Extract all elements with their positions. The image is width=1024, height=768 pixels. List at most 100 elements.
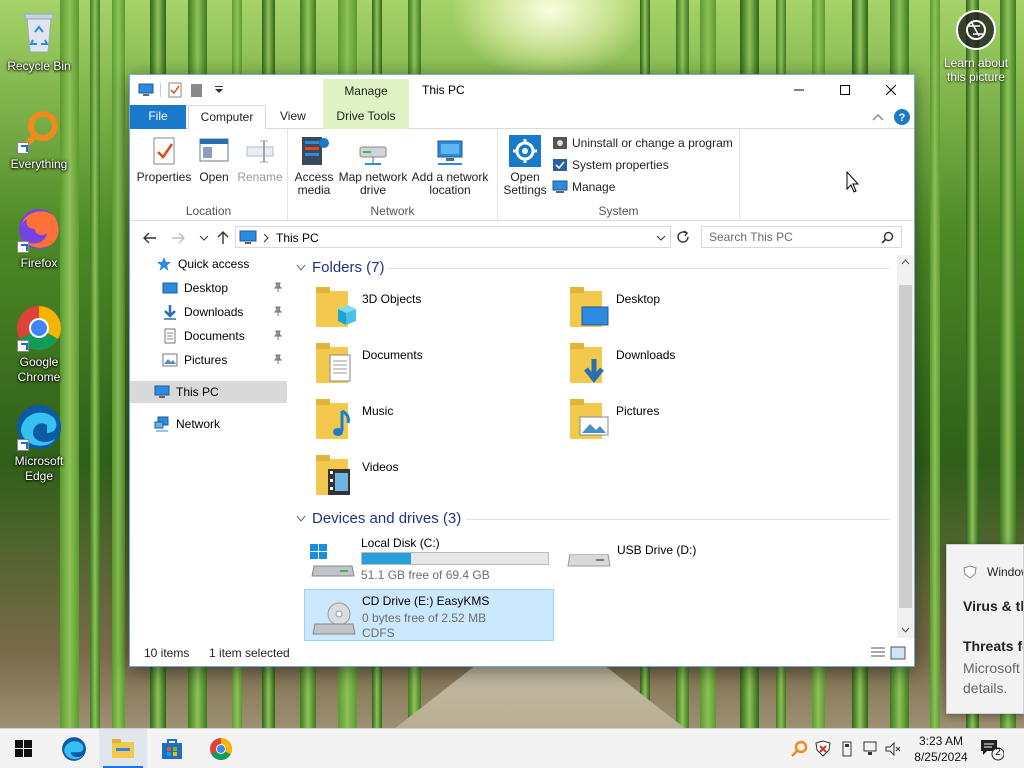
desktop-icon-edge[interactable]: Microsoft Edge (1, 403, 77, 484)
ribbon-group-location: Properties Open Rename Location (130, 129, 288, 221)
nav-item-network[interactable]: Network (130, 413, 287, 435)
up-button[interactable] (215, 230, 231, 246)
folder-pictures[interactable]: Pictures (544, 392, 794, 446)
up-arrow-icon (217, 231, 229, 244)
nav-item-pictures[interactable]: Pictures (130, 349, 287, 371)
nav-item-documents[interactable]: Documents (130, 325, 287, 347)
nav-item-this-pc[interactable]: This PC (130, 381, 287, 403)
rename-button[interactable]: Rename (234, 135, 286, 184)
usb-tray-icon[interactable] (838, 740, 856, 758)
customize-qat-icon[interactable] (211, 82, 227, 98)
qat-divider (160, 83, 161, 97)
pin-icon[interactable] (273, 330, 283, 340)
tab-view[interactable]: View (270, 105, 316, 129)
map-network-drive-button[interactable]: Map network drive (338, 135, 408, 197)
location-group-label: Location (185, 204, 232, 218)
scroll-down-icon[interactable] (901, 627, 910, 633)
folder-documents[interactable]: Documents (290, 336, 540, 390)
taskbar-chrome[interactable] (197, 729, 245, 768)
minimize-button[interactable] (776, 75, 822, 105)
drive-free-space: 51.1 GB free of 69.4 GB (361, 568, 490, 582)
volume-muted-icon[interactable] (884, 740, 902, 758)
address-dropdown-icon[interactable] (656, 233, 666, 243)
back-button[interactable] (142, 230, 158, 246)
maximize-button[interactable] (822, 75, 868, 105)
recent-locations-button[interactable] (196, 230, 212, 246)
desktop-icon-everything[interactable]: Everything (1, 106, 77, 172)
taskbar-file-explorer[interactable] (99, 729, 147, 768)
content-scrollbar[interactable] (897, 255, 914, 638)
add-network-location-button[interactable]: Add a network location (410, 135, 490, 197)
everything-tray-icon[interactable] (790, 740, 808, 758)
notification-count: 2 (995, 747, 1001, 758)
folder-downloads[interactable]: Downloads (544, 336, 794, 390)
learn-label: Learn about this picture (943, 56, 1009, 84)
shortcut-arrow-icon (17, 241, 29, 253)
drive-cd-e[interactable]: CD Drive (E:) EasyKMS 0 bytes free of 2.… (304, 589, 554, 641)
drives-section-header[interactable]: Devices and drives (3) (296, 510, 461, 527)
defender-tray-icon[interactable] (814, 740, 832, 758)
shortcut-arrow-icon (17, 142, 29, 154)
open-settings-button[interactable]: Open Settings (502, 135, 548, 197)
manage-tab-label[interactable]: Manage (323, 84, 409, 98)
notification-center-button[interactable]: 2 (978, 737, 1005, 761)
collapse-ribbon-icon[interactable] (872, 112, 884, 122)
start-button[interactable] (0, 729, 48, 768)
folder-3d-objects[interactable]: 3D Objects (290, 280, 540, 334)
drive-local-disk-c[interactable]: Local Disk (C:) 51.1 GB free of 69.4 GB (304, 532, 554, 584)
scroll-up-icon[interactable] (901, 259, 910, 265)
desktop-icon-firefox[interactable]: Firefox (1, 205, 77, 271)
open-button[interactable]: Open (194, 135, 234, 184)
close-button[interactable] (868, 75, 914, 105)
file-explorer-window[interactable]: Manage This PC File Computer View Drive … (129, 74, 915, 667)
toast-body: Microsoft details. (963, 658, 1020, 698)
desktop-icon-label: Recycle Bin (7, 59, 71, 73)
desktop-icon-chrome[interactable]: Google Chrome (1, 304, 77, 385)
tab-file[interactable]: File (130, 105, 186, 129)
uninstall-program-button[interactable]: Uninstall or change a program (552, 135, 733, 151)
pin-icon[interactable] (273, 306, 283, 316)
properties-icon (148, 135, 180, 167)
details-view-icon[interactable] (870, 646, 886, 660)
forward-button[interactable] (170, 230, 186, 246)
search-icon[interactable] (881, 231, 894, 244)
map-network-drive-label: Map network drive (338, 170, 408, 197)
folder-desktop[interactable]: Desktop (544, 280, 794, 334)
properties-button[interactable]: Properties (136, 135, 192, 184)
taskbar-store[interactable] (148, 729, 196, 768)
everything-icon (15, 106, 63, 154)
drive-usb-d[interactable]: USB Drive (D:) (560, 532, 810, 584)
folder-videos[interactable]: Videos (290, 448, 540, 502)
address-input[interactable]: This PC (235, 226, 671, 248)
large-icons-view-icon[interactable] (890, 646, 906, 660)
ribbon-group-system: Open Settings Uninstall or change a prog… (498, 129, 740, 221)
nav-item-downloads[interactable]: Downloads (130, 301, 287, 323)
title-bar[interactable]: Manage This PC (130, 75, 914, 105)
scrollbar-thumb[interactable] (899, 285, 912, 608)
access-media-button[interactable]: Access media (294, 135, 334, 197)
system-clock[interactable]: 3:23 AM 8/25/2024 (908, 733, 974, 765)
nav-item-desktop[interactable]: Desktop (130, 277, 287, 299)
manage-button[interactable]: Manage (552, 179, 615, 195)
breadcrumb-separator-icon[interactable] (262, 233, 270, 243)
desktop-icon-recycle-bin[interactable]: Recycle Bin (1, 8, 77, 74)
breadcrumb-this-pc[interactable]: This PC (276, 231, 319, 245)
new-folder-small-icon[interactable] (189, 82, 205, 98)
folders-section-header[interactable]: Folders (7) (296, 259, 385, 276)
pin-icon[interactable] (273, 282, 283, 292)
nav-quick-access[interactable]: Quick access (130, 253, 287, 275)
defender-toast[interactable]: Windows Virus & th Threats fo Microsoft d… (946, 544, 1024, 714)
learn-about-picture[interactable]: Learn about this picture (936, 10, 1016, 84)
search-input[interactable] (702, 227, 882, 247)
clock-time: 3:23 AM (918, 734, 964, 748)
system-properties-button[interactable]: System properties (552, 157, 669, 173)
search-box[interactable] (701, 226, 902, 248)
tab-computer[interactable]: Computer (188, 105, 266, 130)
pin-icon[interactable] (273, 354, 283, 364)
refresh-icon[interactable] (675, 229, 691, 245)
taskbar-edge[interactable] (50, 729, 98, 768)
help-icon[interactable]: ? (894, 109, 910, 125)
network-tray-icon[interactable] (862, 740, 880, 758)
properties-small-icon[interactable] (167, 82, 183, 98)
folder-music[interactable]: Music (290, 392, 540, 446)
